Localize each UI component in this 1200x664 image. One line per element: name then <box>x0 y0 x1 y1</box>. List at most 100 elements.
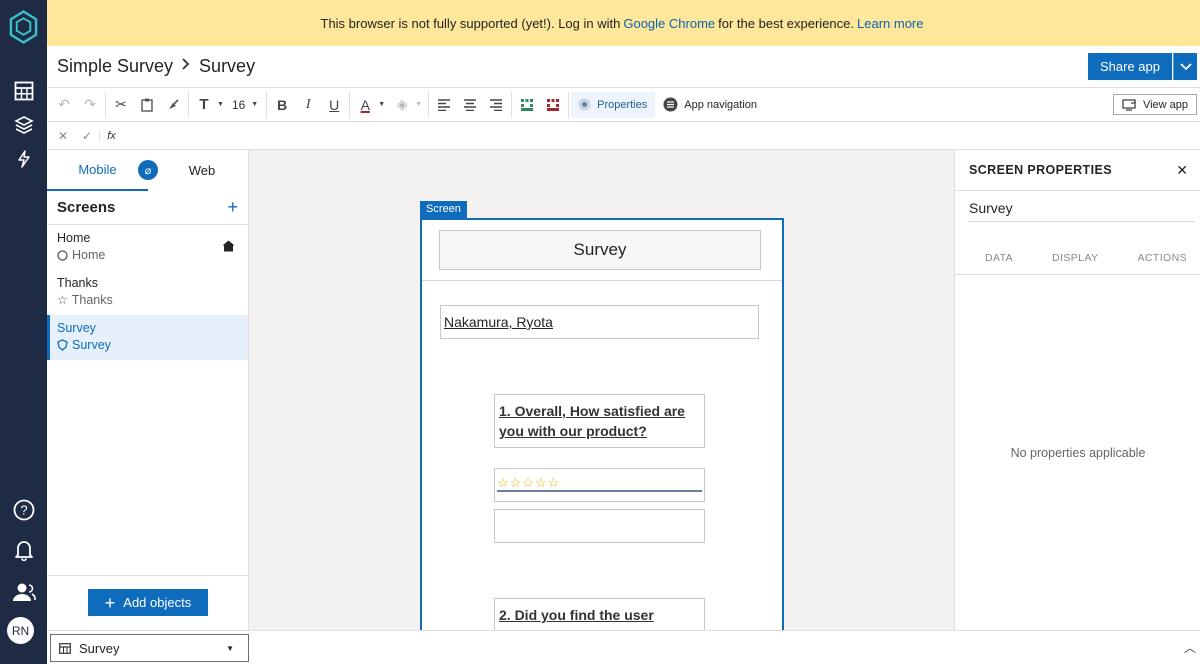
google-chrome-link[interactable]: Google Chrome <box>623 16 715 31</box>
screens-header: Screens + <box>47 191 248 225</box>
redo-icon[interactable]: ↷ <box>77 92 103 118</box>
user-management-icon[interactable] <box>9 577 38 606</box>
properties-header: SCREEN PROPERTIES ✕ <box>955 150 1200 191</box>
learn-more-link[interactable]: Learn more <box>857 16 923 31</box>
screen-item-name: Home <box>57 231 91 245</box>
share-dropdown-button[interactable] <box>1173 53 1197 80</box>
fx-label: fx <box>99 129 123 142</box>
font-size-value[interactable]: 16 <box>232 98 245 112</box>
screen-selector[interactable]: Survey ▼ <box>50 634 249 662</box>
cut-icon[interactable]: ✂ <box>108 92 134 118</box>
fill-color-caret-icon[interactable]: ▼ <box>415 101 422 108</box>
breadcrumb-app-name[interactable]: Simple Survey <box>57 56 173 77</box>
cancel-formula-icon[interactable]: ✕ <box>51 129 75 143</box>
font-icon[interactable]: T <box>191 92 217 118</box>
chevron-right-icon <box>181 57 191 76</box>
italic-icon[interactable]: I <box>295 92 321 118</box>
comment-text-input[interactable] <box>494 509 705 543</box>
app-navigation-button[interactable]: App navigation <box>663 97 757 112</box>
tab-web[interactable]: Web <box>155 150 249 191</box>
tab-data[interactable]: DATA <box>985 252 1013 264</box>
screen-item-home[interactable]: Home Home <box>47 225 248 270</box>
bold-icon[interactable]: B <box>269 92 295 118</box>
share-app-button[interactable]: Share app <box>1088 53 1172 80</box>
rating-stars: ☆☆☆☆☆ <box>497 475 702 492</box>
add-objects-label: Add objects <box>123 595 192 610</box>
properties-label: Properties <box>597 98 648 111</box>
close-icon[interactable]: ✕ <box>1176 162 1188 179</box>
align-left-icon[interactable] <box>431 92 457 118</box>
plus-icon: + <box>104 592 116 613</box>
tab-mobile[interactable]: Mobile <box>47 150 148 191</box>
user-avatar[interactable]: RN <box>7 617 34 644</box>
paste-icon[interactable] <box>134 92 160 118</box>
screens-grid-icon[interactable] <box>9 76 38 105</box>
design-canvas[interactable]: Screen Survey Nakamura, Ryota 1. Overall… <box>249 150 954 630</box>
help-icon[interactable]: ? <box>9 495 38 524</box>
underline-icon[interactable]: U <box>321 92 347 118</box>
format-painter-icon[interactable] <box>160 92 186 118</box>
rating-control[interactable]: ☆☆☆☆☆ <box>494 468 705 502</box>
undo-icon[interactable]: ↶ <box>51 92 77 118</box>
tree-view-panel: Mobile ⌀ Web Screens + Home Home Thanks … <box>47 150 249 630</box>
layout-tabs: Mobile ⌀ Web <box>47 150 248 191</box>
screen-preview[interactable]: Survey Nakamura, Ryota 1. Overall, How s… <box>420 218 784 630</box>
tab-actions[interactable]: ACTIONS <box>1138 252 1187 264</box>
toolbar-divider <box>266 91 268 118</box>
font-color-caret-icon[interactable]: ▼ <box>378 101 385 108</box>
remove-row-icon[interactable] <box>540 92 566 118</box>
toolbar-divider <box>428 91 430 118</box>
fill-color-icon[interactable]: ◈ <box>389 92 415 118</box>
shield-icon <box>57 339 68 351</box>
screen-item-sub: Survey <box>72 338 111 352</box>
toolbar-divider <box>568 91 570 118</box>
tab-display[interactable]: DISPLAY <box>1052 252 1098 264</box>
confirm-formula-icon[interactable]: ✓ <box>75 129 99 143</box>
view-app-button[interactable]: View app <box>1113 94 1197 115</box>
screen-tag: Screen <box>420 201 467 218</box>
screen-name-field[interactable]: Survey <box>969 200 1194 222</box>
question-1-label[interactable]: 1. Overall, How satisfied are you with o… <box>494 394 705 448</box>
name-text-input[interactable]: Nakamura, Ryota <box>440 305 759 339</box>
banner-text-after: for the best experience. <box>718 15 854 31</box>
panel-divider <box>47 575 249 576</box>
breadcrumb-screen-name: Survey <box>199 56 256 76</box>
font-size-caret-icon[interactable]: ▼ <box>251 101 258 108</box>
screen-item-survey[interactable]: Survey Survey <box>47 315 248 360</box>
add-row-icon[interactable] <box>514 92 540 118</box>
browser-warning-banner: This browser is not fully supported (yet… <box>47 0 1200 46</box>
gear-icon <box>578 98 591 111</box>
monitor-icon <box>1122 98 1136 111</box>
question-2-label[interactable]: 2. Did you find the user <box>494 598 705 630</box>
toolbar-divider <box>188 91 189 118</box>
align-center-icon[interactable] <box>457 92 483 118</box>
layers-icon[interactable] <box>9 110 38 139</box>
chevron-up-icon[interactable]: ︿ <box>1184 639 1196 656</box>
properties-tabs: DATA DISPLAY ACTIONS <box>955 252 1200 275</box>
toolbar-divider <box>105 91 106 118</box>
font-color-icon[interactable]: A <box>352 92 378 118</box>
add-screen-icon[interactable]: + <box>227 197 238 218</box>
screen-item-thanks[interactable]: Thanks ☆ Thanks <box>47 270 248 315</box>
add-objects-button[interactable]: + Add objects <box>88 589 208 616</box>
selected-screen-label: Survey <box>79 640 120 656</box>
left-rail: ? RN <box>0 0 47 664</box>
app-navigation-label: App navigation <box>684 98 758 111</box>
screens-title: Screens <box>57 199 116 216</box>
lightning-icon[interactable] <box>9 144 38 173</box>
font-dropdown-caret-icon[interactable]: ▼ <box>217 101 224 108</box>
home-icon <box>222 240 235 252</box>
screen-item-name: Thanks <box>57 276 98 290</box>
screen-item-name: Survey <box>57 321 96 335</box>
properties-title: SCREEN PROPERTIES <box>969 163 1112 177</box>
circle-icon <box>57 249 68 261</box>
formula-bar: ✕ ✓ fx <box>47 122 1200 150</box>
align-right-icon[interactable] <box>483 92 509 118</box>
screen-grid-icon <box>59 642 71 654</box>
screen-title-label[interactable]: Survey <box>439 230 761 270</box>
properties-button[interactable]: Properties <box>571 91 656 118</box>
empty-properties-message: No properties applicable <box>1010 446 1146 460</box>
app-logo-icon[interactable] <box>9 9 38 44</box>
bell-icon[interactable] <box>9 535 38 564</box>
bottom-bar: Survey ▼ ︿ <box>47 630 1200 664</box>
